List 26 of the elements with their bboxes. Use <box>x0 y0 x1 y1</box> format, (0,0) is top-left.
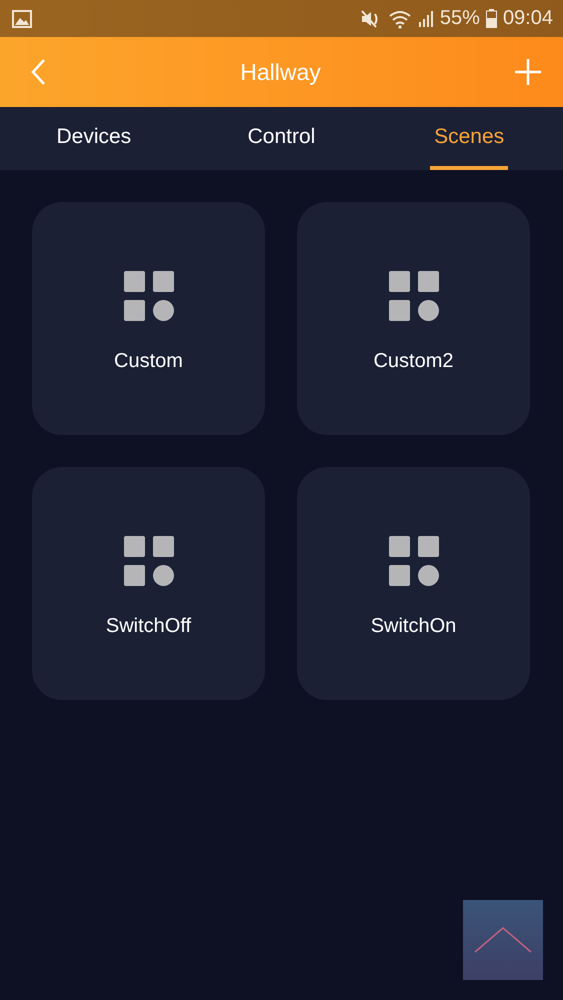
scene-card[interactable]: Custom <box>32 202 265 435</box>
scroll-top-button[interactable] <box>463 900 543 980</box>
back-icon <box>30 58 46 86</box>
scene-card[interactable]: SwitchOn <box>297 467 530 700</box>
scene-name: Custom2 <box>373 350 454 373</box>
scene-name: Custom <box>114 350 183 373</box>
tab[interactable]: Devices <box>54 107 133 170</box>
scene-icon <box>388 270 440 322</box>
scene-icon <box>122 535 174 587</box>
battery-icon <box>486 9 497 28</box>
scene-icon <box>122 270 174 322</box>
tab[interactable]: Scenes <box>430 107 508 170</box>
tab[interactable]: Control <box>242 107 320 170</box>
scene-name: SwitchOn <box>370 615 456 638</box>
scene-icon <box>388 535 440 587</box>
scene-name: SwitchOff <box>106 615 192 638</box>
caret-icon <box>473 925 533 955</box>
signal-icon <box>418 10 434 28</box>
scene-card[interactable]: Custom2 <box>297 202 530 435</box>
wifi-icon <box>388 8 412 28</box>
battery-percent: 55% <box>440 7 480 30</box>
clock: 09:04 <box>502 7 553 30</box>
plus-icon <box>515 59 541 85</box>
page-title: Hallway <box>240 58 321 86</box>
scene-card[interactable]: SwitchOff <box>32 467 265 700</box>
image-icon <box>12 10 32 28</box>
